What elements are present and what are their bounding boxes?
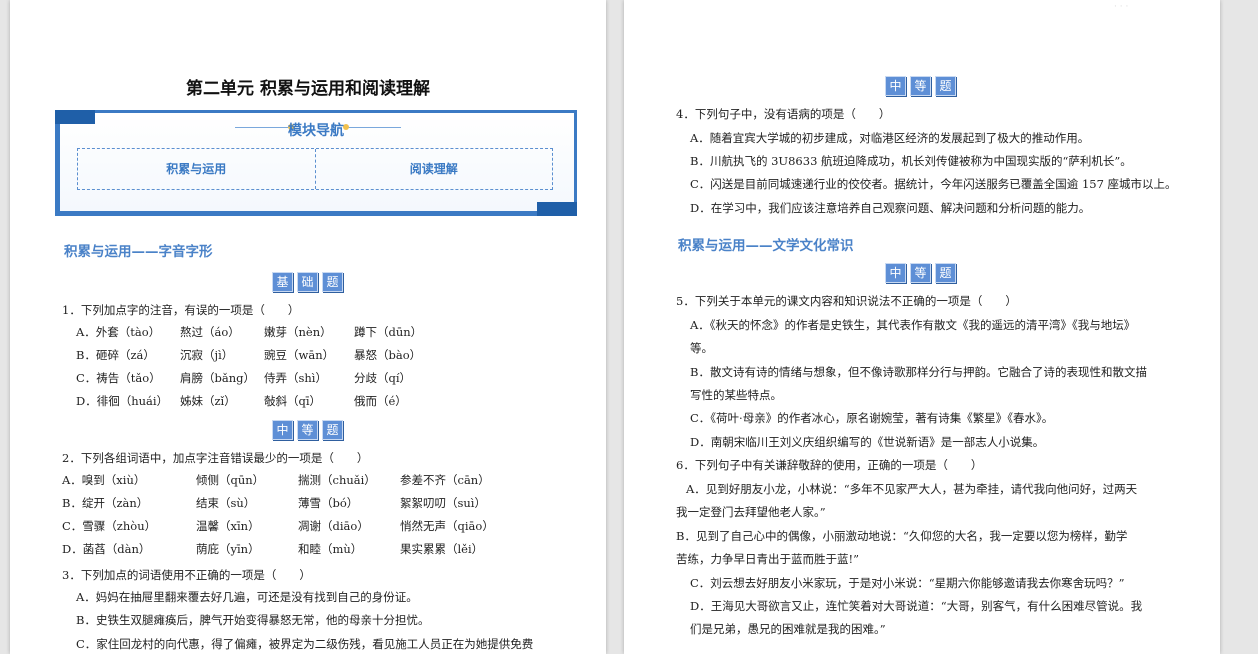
page-right: · · · 中 等 题 4．下列句子中，没有语病的项是（ ） A．随着宜宾大学城… — [624, 0, 1220, 654]
question-5-line: C．《荷叶·母亲》的作者冰心，原名谢婉莹，著有诗集《繁星》《春水》。 — [690, 411, 1054, 425]
option-cell: 荫庇（yīn） — [196, 542, 260, 556]
nav-item-accumulation[interactable]: 积累与运用 — [78, 149, 315, 189]
badge-char: 等 — [297, 420, 318, 440]
nav-item-reading[interactable]: 阅读理解 — [314, 149, 553, 189]
question-4-option: B．川航执飞的 3U8633 航班迫降成功，机长刘传健被称为中国现实版的“萨利机… — [690, 154, 1132, 168]
question-4-option: A．随着宜宾大学城的初步建成，对临港区经济的发展起到了极大的推动作用。 — [690, 131, 1090, 145]
question-5-stem: 5．下列关于本单元的课文内容和知识说法不正确的一项是（ ） — [676, 294, 1017, 308]
option-cell: 倾侧（qūn） — [196, 473, 265, 487]
badge-char: 题 — [935, 76, 956, 96]
difficulty-badge-medium: 中 等 题 — [885, 76, 956, 96]
header-mark: · · · — [1114, 2, 1129, 12]
option-cell: C．祷告（tǎo） — [76, 371, 161, 385]
option-cell: 沉寂（jì） — [180, 348, 234, 362]
badge-char: 中 — [885, 76, 906, 96]
question-3-stem: 3．下列加点的词语使用不正确的一项是（ ） — [62, 568, 311, 582]
option-cell: 肩膀（bǎng） — [180, 371, 255, 385]
option-cell: 薄雪（bó） — [298, 496, 359, 510]
option-cell: B．砸碎（zá） — [76, 348, 155, 362]
option-cell: D．徘徊（huái） — [76, 394, 169, 408]
badge-char: 础 — [297, 272, 318, 292]
nav-title: 模块导航 — [288, 123, 344, 139]
option-cell: 豌豆（wān） — [264, 348, 335, 362]
option-cell: D．菡萏（dàn） — [62, 542, 151, 556]
option-cell: 俄而（é） — [354, 394, 407, 408]
difficulty-badge-medium: 中 等 题 — [272, 420, 343, 440]
option-cell: 絮絮叨叨（suì） — [400, 496, 486, 510]
difficulty-badge-medium: 中 等 题 — [885, 263, 956, 283]
question-2-stem: 2．下列各组词语中，加点字注音错误最少的一项是（ ） — [62, 451, 369, 465]
option-cell: 敧斜（qī） — [264, 394, 322, 408]
question-6-line: B．见到了自己心中的偶像，小丽激动地说：“久仰您的大名，我一定要以您为榜样，勤学 — [676, 529, 1128, 543]
option-cell: 悄然无声（qiāo） — [400, 519, 494, 533]
question-5-line: A．《秋天的怀念》的作者是史铁生，其代表作有散文《我的遥远的清平湾》《我与地坛》 — [690, 318, 1136, 332]
option-cell: A．嗅到（xiù） — [62, 473, 146, 487]
option-cell: 果实累累（lěi） — [400, 542, 484, 556]
option-cell: 温馨（xīn） — [196, 519, 260, 533]
option-cell: 姊妹（zǐ） — [180, 394, 236, 408]
question-6-line: D．王海见大哥欲言又止，连忙笑着对大哥说道：“大哥，别客气，有什么困难尽管说。我 — [690, 599, 1143, 613]
option-cell: A．外套（tào） — [76, 325, 161, 339]
question-5-line: D．南朝宋临川王刘义庆组织编写的《世说新语》是一部志人小说集。 — [690, 435, 1045, 449]
badge-char: 中 — [272, 420, 293, 440]
badge-char: 等 — [910, 263, 931, 283]
badge-char: 中 — [885, 263, 906, 283]
badge-char: 题 — [322, 272, 343, 292]
question-3-option: A．妈妈在抽屉里翻来覆去好几遍，可还是没有找到自己的身份证。 — [76, 590, 418, 604]
option-cell: B．绽开（zàn） — [62, 496, 149, 510]
difficulty-badge-basic: 基 础 题 — [272, 272, 343, 292]
option-cell: C．雪骤（zhòu） — [62, 519, 157, 533]
option-cell: 暴怒（bào） — [354, 348, 422, 362]
nav-grid: 积累与运用 阅读理解 — [77, 148, 553, 190]
section-heading: 积累与运用——字音字形 — [64, 244, 213, 260]
badge-char: 题 — [935, 263, 956, 283]
option-cell: 揣测（chuǎi） — [298, 473, 376, 487]
badge-char: 等 — [910, 76, 931, 96]
question-5-line: 等。 — [690, 341, 713, 355]
nav-corner-decor — [537, 202, 577, 216]
option-cell: 凋谢（diāo） — [298, 519, 369, 533]
option-cell: 侍弄（shì） — [264, 371, 327, 385]
option-cell: 和睦（mù） — [298, 542, 363, 556]
question-4-option: D．在学习中，我们应该注意培养自己观察问题、解决问题和分析问题的能力。 — [690, 201, 1091, 215]
option-cell: 嫩芽（nèn） — [264, 325, 332, 339]
question-5-line: B．散文诗有诗的情绪与想象，但不像诗歌那样分行与押韵。它融合了诗的表现性和散文描 — [690, 365, 1147, 379]
question-6-line: A．见到好朋友小龙，小林说：“多年不见家严大人，甚为牵挂，请代我向他问好，过两天 — [686, 482, 1138, 496]
question-3-option: B．史铁生双腿瘫痪后，脾气开始变得暴怒无常，他的母亲十分担忧。 — [76, 613, 430, 627]
badge-char: 基 — [272, 272, 293, 292]
question-4-option: C．闪送是目前同城速递行业的佼佼者。据统计，今年闪送服务已覆盖全国逾 157 座… — [690, 177, 1177, 191]
badge-char: 题 — [322, 420, 343, 440]
question-6-line: 们是兄弟，愚兄的困难就是我的困难。” — [690, 622, 886, 636]
page-left: 第二单元 积累与运用和阅读理解 模块导航 积累与运用 阅读理解 积累与运用——字… — [10, 0, 606, 654]
question-6-stem: 6．下列句子中有关谦辞敬辞的使用，正确的一项是（ ） — [676, 458, 983, 472]
page-title: 第二单元 积累与运用和阅读理解 — [186, 79, 430, 99]
question-5-line: 写性的某些特点。 — [690, 388, 782, 402]
option-cell: 参差不齐（cān） — [400, 473, 490, 487]
option-cell: 熬过（áo） — [180, 325, 240, 339]
question-3-option: C．家住回龙村的向代惠，得了偏瘫，被界定为二级伤残，看见施工人员正在为她提供免费 — [76, 637, 534, 651]
section-heading: 积累与运用——文学文化常识 — [678, 238, 854, 254]
question-1-stem: 1．下列加点字的注音，有误的一项是（ ） — [62, 303, 300, 317]
question-6-line: C．刘云想去好朋友小米家玩，于是对小米说：“星期六你能够邀请我去你寒舍玩吗？” — [690, 576, 1125, 590]
question-4-stem: 4．下列句子中，没有语病的项是（ ） — [676, 107, 891, 121]
option-cell: 结束（sù） — [196, 496, 256, 510]
question-6-line: 苦练，力争早日青出于蓝而胜于蓝!” — [676, 552, 859, 566]
option-cell: 分歧（qí） — [354, 371, 412, 385]
module-navigation: 模块导航 积累与运用 阅读理解 — [55, 110, 577, 216]
option-cell: 蹲下（dūn） — [354, 325, 423, 339]
question-6-line: 我一定登门去拜望他老人家。” — [676, 505, 826, 519]
